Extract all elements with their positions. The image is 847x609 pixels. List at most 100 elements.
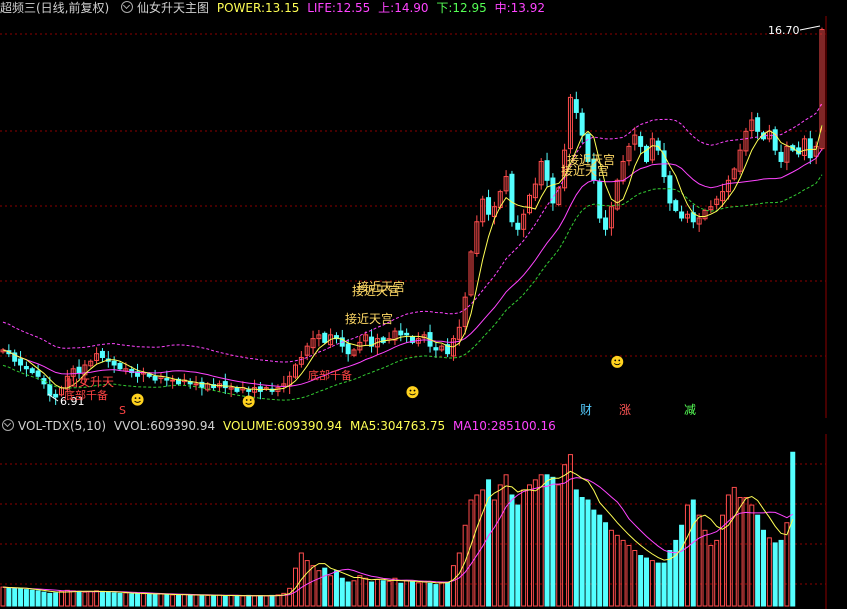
smiley-icon-3 xyxy=(611,355,624,368)
price-chart[interactable]: 16.70 6.91 接近天宫 接近天宫 接近天宫 接近天宫 接近天宫 仙女升天… xyxy=(0,16,847,418)
volume-bar-102 xyxy=(597,514,603,607)
near-palace-label-5: 接近天宫 xyxy=(561,163,609,178)
candle-body-13 xyxy=(76,366,82,374)
volume-bar-104 xyxy=(608,529,614,607)
candle-body-40 xyxy=(234,387,240,392)
volume-bar-76 xyxy=(445,581,451,607)
badge-zhang[interactable]: 涨 xyxy=(617,402,633,418)
volume-bar-30 xyxy=(176,594,181,607)
volume-bar-57 xyxy=(333,570,339,607)
volume-bar-119 xyxy=(696,514,702,607)
badge-cai[interactable]: 财 xyxy=(578,402,594,418)
ma10-label: MA10: xyxy=(453,419,491,433)
volume-bar-47 xyxy=(275,594,281,607)
volume-bar-80 xyxy=(468,499,474,607)
volume-bar-42 xyxy=(246,594,252,607)
smiley-eye-left-1 xyxy=(245,399,248,401)
ma5-value: 304763.75 xyxy=(380,419,446,433)
volume-bar-29 xyxy=(170,594,176,607)
volume-bar-109 xyxy=(638,555,644,607)
badge-jian[interactable]: 减 xyxy=(682,402,698,418)
volume-bar-10 xyxy=(59,590,64,607)
indicator-name[interactable]: 仙女升天主图 xyxy=(137,1,209,15)
volume-label: VOLUME: xyxy=(222,419,278,433)
ma-magenta-line xyxy=(2,148,823,388)
volume-bar-55 xyxy=(322,567,328,607)
volume-bar-115 xyxy=(673,539,679,607)
volume-bar-84 xyxy=(491,499,497,607)
volume-bar-87 xyxy=(509,494,515,607)
volume-bar-107 xyxy=(626,544,632,607)
candle-body-38 xyxy=(222,381,228,389)
candle-body-93 xyxy=(544,160,550,181)
volume-bar-120 xyxy=(702,529,708,607)
near-palace-label-2: 接近天宫 xyxy=(357,279,405,294)
volume-bar-122 xyxy=(714,539,720,607)
volume-bar-11 xyxy=(64,589,70,607)
candle-body-6 xyxy=(35,370,41,377)
volume-indicator-name[interactable]: VOL-TDX(5,10) xyxy=(18,419,106,433)
volume-bar-88 xyxy=(515,504,521,607)
candle-body-114 xyxy=(667,175,673,204)
indicator-menu-icon[interactable] xyxy=(121,1,134,13)
volume-bar-128 xyxy=(749,504,755,607)
volume-bar-130 xyxy=(761,529,766,607)
volume-bar-21 xyxy=(123,592,129,607)
candle-body-17 xyxy=(99,350,105,358)
smiley-icon-1 xyxy=(242,395,255,408)
volume-bar-8 xyxy=(47,592,53,607)
volume-bar-19 xyxy=(111,592,117,607)
volume-bar-34 xyxy=(199,594,205,607)
life-value: 12.55 xyxy=(335,1,371,15)
candle-body-109 xyxy=(638,136,644,147)
candle-body-26 xyxy=(152,375,158,381)
volume-bar-22 xyxy=(129,593,135,607)
volume-bar-131 xyxy=(766,537,772,607)
volume-bar-110 xyxy=(644,557,649,607)
smiley-signals xyxy=(131,355,624,408)
volume-bar-5 xyxy=(29,589,35,607)
volume-bar-101 xyxy=(591,509,597,607)
ma5-label: MA5: xyxy=(350,419,381,433)
volume-bar-129 xyxy=(755,514,761,607)
volume-bar-58 xyxy=(339,577,345,607)
volume-bar-17 xyxy=(99,590,105,607)
candle-body-55 xyxy=(322,332,328,343)
mid-label: 中: xyxy=(494,1,511,15)
candle-body-25 xyxy=(146,373,152,377)
volume-chart[interactable] xyxy=(0,434,847,609)
smiley-eye-right-2 xyxy=(413,389,416,392)
smiley-icon-0 xyxy=(131,393,144,406)
volume-bar-36 xyxy=(211,595,217,607)
volume-bar-20 xyxy=(117,592,123,607)
volume-bar-53 xyxy=(310,565,316,607)
volume-bar-18 xyxy=(105,591,111,607)
volume-bar-62 xyxy=(363,577,369,607)
s-mark: S xyxy=(119,404,126,417)
volume-bar-113 xyxy=(661,562,667,607)
volume-bar-24 xyxy=(140,593,146,607)
volume-bar-85 xyxy=(497,484,503,607)
volume-bar-98 xyxy=(573,489,579,607)
volume-bar-41 xyxy=(240,595,246,607)
volume-bar-40 xyxy=(234,595,240,607)
candle-body-138 xyxy=(807,138,813,159)
candle-body-116 xyxy=(679,211,685,219)
volume-bar-132 xyxy=(772,542,778,607)
high-price-label: 16.70 xyxy=(768,24,800,37)
volume-bars xyxy=(0,451,796,607)
volume-bar-2 xyxy=(12,587,18,607)
up-value: 14.90 xyxy=(394,1,429,15)
volume-menu-icon[interactable] xyxy=(2,419,14,431)
volume-bar-111 xyxy=(649,560,655,607)
candle-body-74 xyxy=(433,347,439,351)
volume-bar-81 xyxy=(474,494,480,607)
volume-bar-27 xyxy=(158,593,164,607)
smiley-icon-2 xyxy=(406,386,419,399)
volume-bar-25 xyxy=(146,593,152,607)
volume-bar-61 xyxy=(357,575,363,607)
volume-bar-95 xyxy=(556,484,562,607)
smiley-eye-right-0 xyxy=(138,397,141,400)
up-label: 上: xyxy=(378,1,395,15)
volume-bar-67 xyxy=(392,577,398,607)
